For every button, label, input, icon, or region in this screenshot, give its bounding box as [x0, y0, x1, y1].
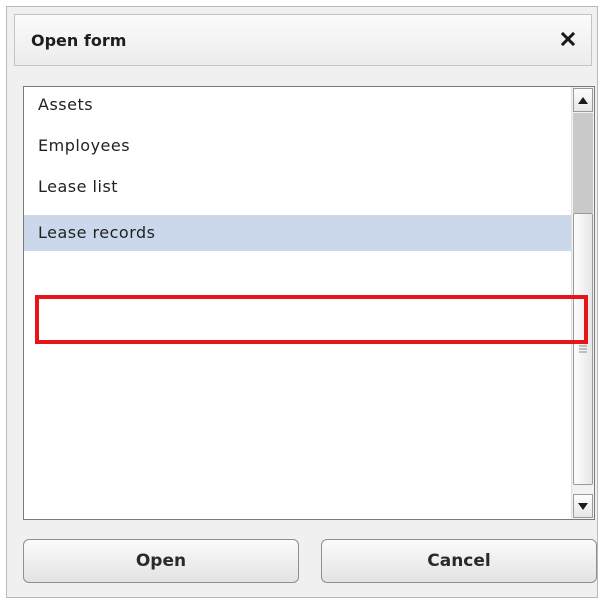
list-item-label: Employees — [38, 136, 131, 155]
list-item-lease-records[interactable]: Lease records — [24, 215, 571, 251]
scrollbar-thumb[interactable] — [573, 213, 593, 485]
close-button[interactable] — [555, 26, 581, 52]
arrow-up-icon — [578, 96, 588, 104]
open-button[interactable]: Open — [23, 539, 299, 583]
form-list[interactable]: Assets Employees Lease list Lease record… — [23, 86, 595, 520]
grip-icon — [579, 345, 587, 352]
list-item-lease-list[interactable]: Lease list — [24, 169, 571, 205]
open-form-dialog: Open form Assets Employees Lease list Le… — [6, 6, 598, 598]
form-list-items: Assets Employees Lease list Lease record… — [24, 87, 571, 519]
list-item-label: Assets — [38, 95, 94, 114]
dialog-title: Open form — [31, 31, 127, 50]
scrollbar-track[interactable] — [573, 113, 593, 213]
scroll-up-button[interactable] — [573, 88, 593, 112]
list-item-label: Lease records — [38, 223, 156, 242]
close-icon — [561, 32, 575, 46]
vertical-scrollbar[interactable] — [571, 87, 594, 519]
arrow-down-icon — [578, 502, 588, 510]
dialog-titlebar: Open form — [14, 14, 592, 66]
list-item-assets[interactable]: Assets — [24, 87, 571, 123]
cancel-button[interactable]: Cancel — [321, 539, 597, 583]
list-item-employees[interactable]: Employees — [24, 128, 571, 164]
list-item-label: Lease list — [38, 177, 119, 196]
scroll-down-button[interactable] — [573, 494, 593, 518]
